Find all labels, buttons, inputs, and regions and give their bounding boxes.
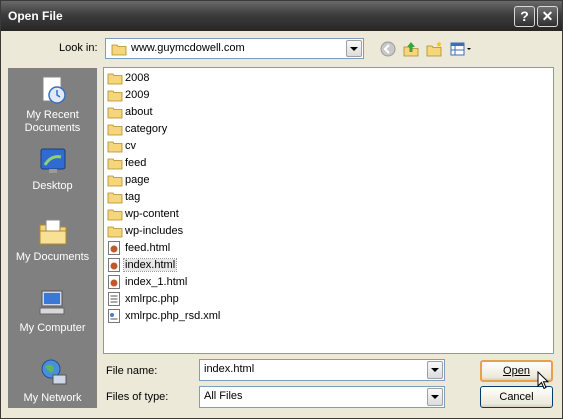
place-my-network[interactable]: My Network: [8, 357, 97, 405]
file-name-label: File name:: [106, 365, 158, 377]
my-documents-icon: [39, 219, 66, 245]
folder-icon: [107, 73, 123, 85]
look-in-dropdown-button[interactable]: [346, 40, 362, 57]
open-file-dialog: Open File ? ✕ Look in: www.guymcdowell.c…: [0, 0, 563, 419]
place-desktop[interactable]: Desktop: [8, 145, 97, 193]
folder-icon: [107, 124, 123, 136]
file-name-dropdown-button[interactable]: [427, 361, 443, 379]
files-of-type-dropdown[interactable]: All Files: [199, 386, 445, 408]
folder-icon: [107, 209, 123, 221]
place-label: My Network: [23, 392, 82, 404]
file-name: xmlrpc.php_rsd.xml: [125, 310, 221, 322]
place-label: My Computer: [19, 322, 86, 334]
back-icon[interactable]: [379, 40, 397, 58]
chevron-down-icon: [350, 47, 358, 51]
place-label: My Documents: [15, 251, 90, 263]
views-menu-icon[interactable]: [449, 40, 473, 58]
title-bar[interactable]: Open File ? ✕: [1, 1, 562, 31]
close-icon: ✕: [541, 8, 554, 24]
file-list[interactable]: 2008 2009 about category cv feed page ta…: [103, 67, 554, 354]
mouse-cursor-icon: [537, 371, 550, 390]
places-bar: My Recent Documents Desktop My Documents: [8, 68, 97, 408]
close-button[interactable]: ✕: [537, 6, 558, 27]
php-file-icon: [108, 292, 120, 306]
folder-icon: [107, 90, 123, 102]
xml-file-icon: [108, 309, 120, 323]
html-file-icon: [108, 275, 120, 289]
folder-icon: [107, 107, 123, 119]
file-name-field[interactable]: index.html: [199, 359, 445, 381]
place-label: Desktop: [32, 180, 73, 192]
place-my-documents[interactable]: My Documents: [8, 216, 97, 264]
file-name: about: [125, 106, 153, 118]
place-label: My Recent: [26, 109, 79, 121]
look-in-dropdown[interactable]: www.guymcdowell.com: [105, 38, 364, 59]
file-name: feed: [125, 157, 147, 169]
dialog-title: Open File: [8, 9, 63, 23]
place-my-computer[interactable]: My Computer: [8, 287, 97, 335]
file-name: feed.html: [125, 242, 171, 254]
file-name: wp-includes: [125, 225, 184, 237]
folder-icon: [107, 158, 123, 170]
look-in-label: Look in:: [59, 42, 98, 54]
folder-icon: [107, 226, 123, 238]
html-file-icon: [108, 258, 120, 272]
place-my-recent-documents[interactable]: My Recent Documents: [8, 74, 97, 135]
folder-icon: [111, 44, 127, 56]
folder-icon: [107, 175, 123, 187]
folder-icon: [107, 192, 123, 204]
file-name: page: [125, 174, 150, 186]
folder-icon: [107, 141, 123, 153]
my-network-icon: [41, 359, 66, 385]
file-name: category: [125, 123, 168, 135]
recent-documents-icon: [42, 76, 66, 104]
look-in-value: www.guymcdowell.com: [131, 42, 245, 54]
files-of-type-value: All Files: [204, 390, 243, 402]
new-folder-icon[interactable]: [425, 40, 443, 58]
place-label: Documents: [24, 122, 81, 134]
file-name: index_1.html: [125, 276, 188, 288]
file-name: 2008: [125, 72, 150, 84]
help-button[interactable]: ?: [514, 6, 535, 27]
files-of-type-label: Files of type:: [106, 391, 169, 403]
chevron-down-icon: [431, 395, 439, 399]
help-icon: ?: [520, 8, 529, 24]
file-name: index.html: [122, 258, 178, 272]
file-name: 2009: [125, 89, 150, 101]
html-file-icon: [108, 241, 120, 255]
file-name: wp-content: [125, 208, 179, 220]
chevron-down-icon: [431, 368, 439, 372]
my-computer-icon: [39, 290, 64, 315]
file-name: cv: [125, 140, 136, 152]
files-of-type-dropdown-button[interactable]: [427, 388, 443, 406]
open-button-label: Open: [503, 365, 530, 377]
cancel-button-label: Cancel: [499, 391, 534, 403]
desktop-icon: [40, 148, 65, 173]
file-name-value: index.html: [204, 363, 255, 375]
up-folder-icon[interactable]: [402, 40, 420, 58]
file-name: xmlrpc.php: [125, 293, 179, 305]
file-name: tag: [125, 191, 141, 203]
